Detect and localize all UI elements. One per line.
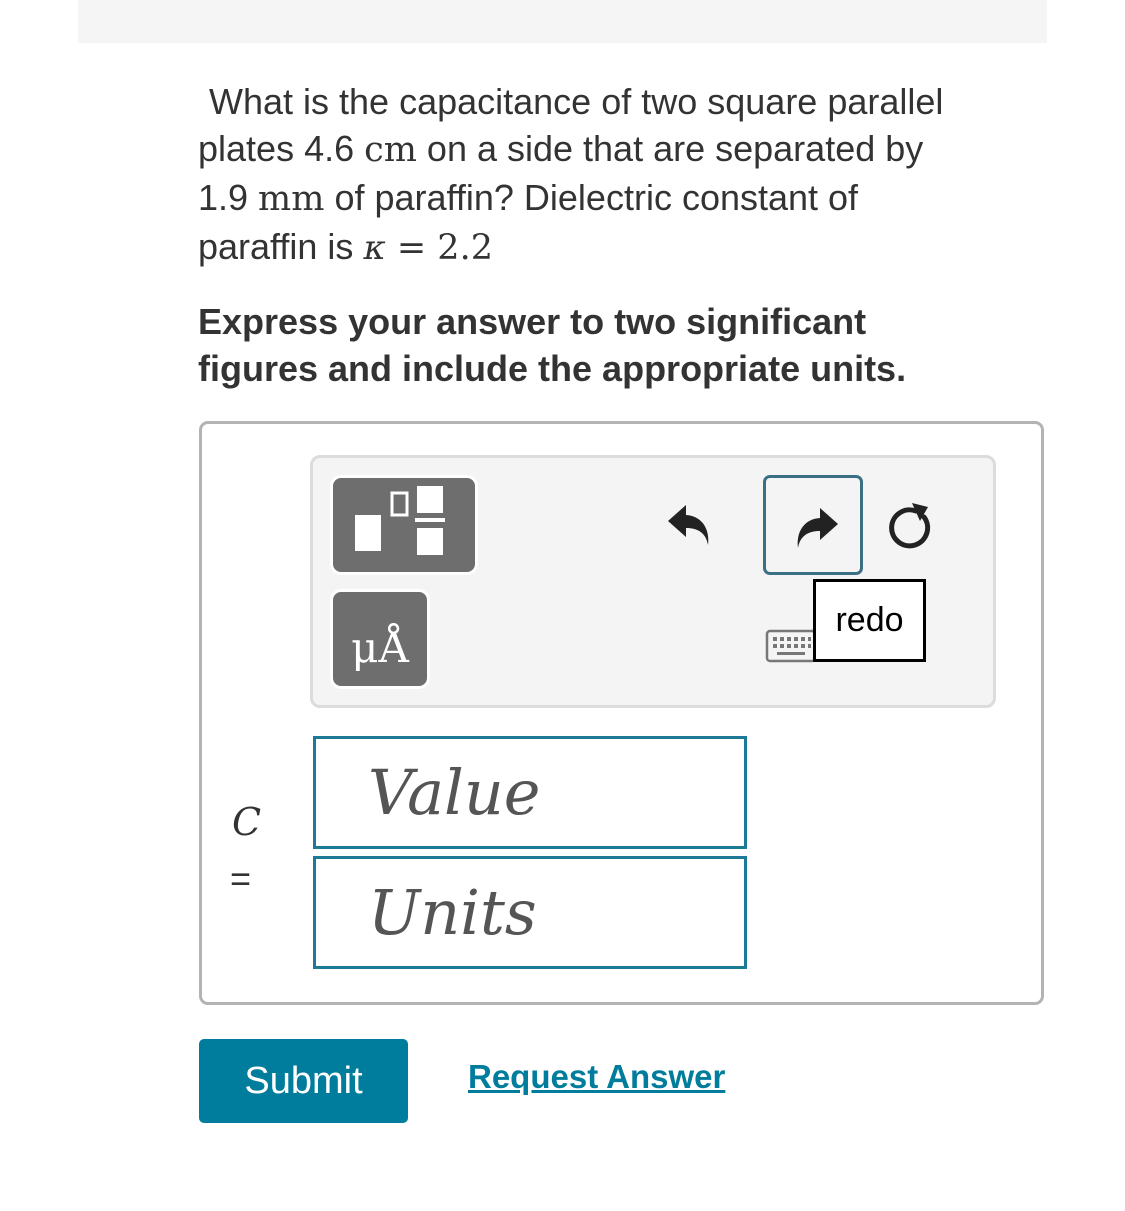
redo-button[interactable] [763,475,863,575]
keyboard-icon [765,629,817,663]
units-input[interactable]: Units [313,856,747,969]
redo-tooltip: redo [813,579,926,662]
variable-label: C [232,800,262,844]
units-label: μÅ [351,623,409,672]
question-line-4: paraffin is κ = 2.2 [198,223,1018,272]
question-line-3: 1.9 mm of paraffin? Dielectric constant … [198,174,1018,223]
units-button[interactable]: μÅ [330,589,430,689]
undo-icon [668,505,709,545]
value-input[interactable]: Value [313,736,747,849]
equals-sign: = [230,858,252,899]
question-line-1: What is the capacitance of two square pa… [209,81,944,122]
question-text-part: of paraffin? Dielectric constant of [324,177,859,218]
question-text-part: on a side that are separated by [416,128,924,169]
undo-button[interactable] [660,495,720,555]
kappa-symbol: κ [363,228,386,268]
unit-cm: cm [364,130,417,170]
question-line-2: plates 4.6 cm on a side that are separat… [198,125,1018,174]
question-text-part: 1.9 [198,177,259,218]
submit-button[interactable]: Submit [199,1039,408,1123]
top-bar [78,0,1047,43]
request-answer-link[interactable]: Request Answer [468,1058,725,1096]
reset-icon [889,503,931,549]
question-text-part: plates 4.6 [198,128,365,169]
kappa-value: = 2.2 [385,228,493,268]
fraction-templates-icon [355,486,445,555]
redo-icon [797,508,838,548]
instruction-line-2: figures and include the appropriate unit… [198,348,907,389]
reset-button[interactable] [880,495,940,555]
unit-mm: mm [258,179,325,219]
question-text: What is the capacitance of two square pa… [198,78,1018,272]
instruction-line-1: Express your answer to two significant [198,301,867,342]
question-text-part: paraffin is [198,226,364,267]
answer-instruction: Express your answer to two significant f… [198,298,1018,392]
keyboard-button[interactable] [765,628,817,664]
templates-button[interactable] [330,475,478,575]
